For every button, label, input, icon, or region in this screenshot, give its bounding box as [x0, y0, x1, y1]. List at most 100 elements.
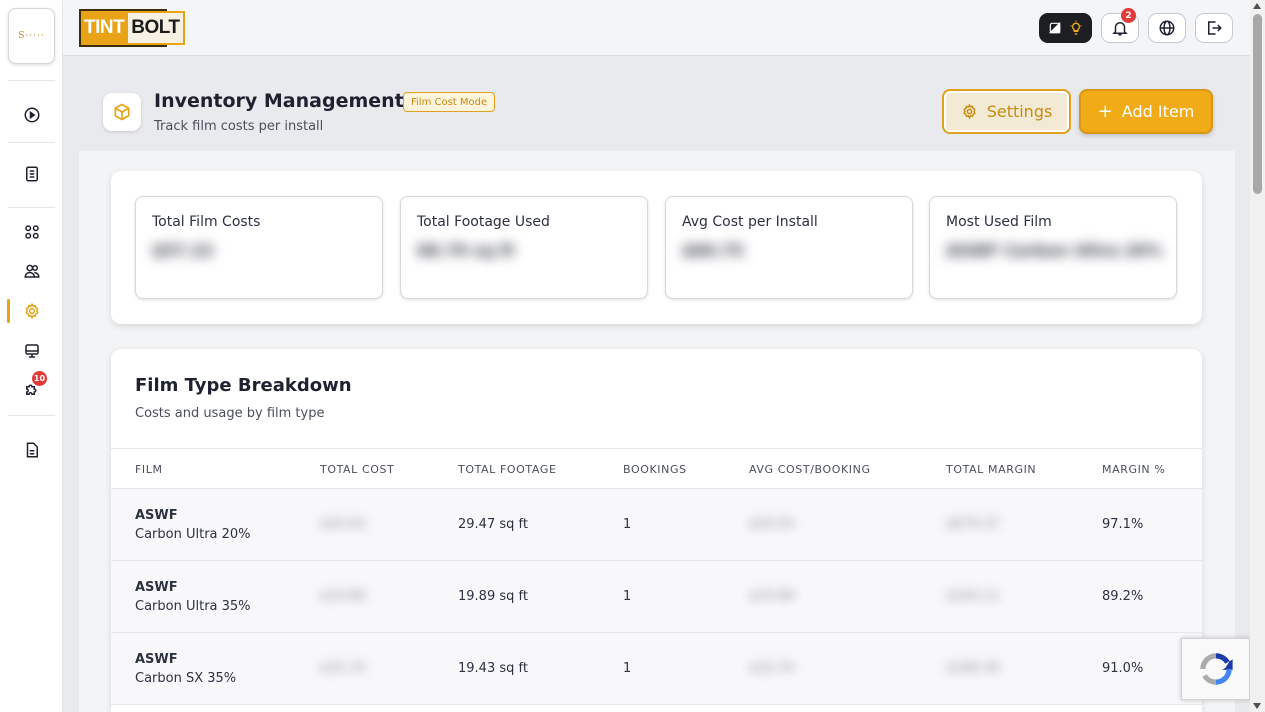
theme-toggle-button[interactable]: [1039, 13, 1092, 43]
inventory-box-icon: [103, 93, 141, 131]
table-row[interactable]: ASWF Carbon SX 35% $16.70 19.43 sq ft 1 …: [111, 633, 1202, 705]
page-scrollbar[interactable]: [1250, 0, 1265, 712]
notification-count-badge: 2: [1121, 8, 1136, 23]
language-button[interactable]: [1148, 13, 1186, 43]
stat-value: $60.75: [682, 241, 744, 260]
film-brand: ASWF: [135, 652, 178, 667]
total-cost: $20.63: [320, 517, 366, 532]
film-name: Carbon SX 35%: [135, 671, 237, 686]
gear-icon: [25, 302, 39, 320]
scroll-up-arrow-icon[interactable]: [1253, 3, 1261, 9]
sidebar-item-settings[interactable]: [19, 298, 45, 324]
table-header: FILM TOTAL COST TOTAL FOOTAGE BOOKINGS A…: [111, 448, 1202, 489]
brand-logo[interactable]: S·····: [8, 8, 55, 64]
total-footage: 19.43 sq ft: [458, 661, 528, 676]
sidebar-item-users[interactable]: [19, 258, 45, 284]
table-row[interactable]: ASWF Carbon Ultra 20% $20.63 29.47 sq ft…: [111, 489, 1202, 561]
film-cost-mode-badge: Film Cost Mode: [403, 92, 496, 112]
logo-bolt-text: BOLT: [126, 11, 185, 45]
sidebar-item-dashboard[interactable]: [19, 102, 45, 128]
film-name: Carbon Ultra 35%: [135, 599, 251, 614]
film-brand: ASWF: [135, 580, 178, 595]
sidebar-item-apps[interactable]: [19, 219, 45, 245]
total-margin: $164.11: [946, 589, 1000, 604]
column-header[interactable]: FILM: [135, 463, 163, 476]
stat-avg-cost-per-install: Avg Cost per Install $60.75: [665, 196, 913, 299]
film-breakdown-card: Film Type Breakdown Costs and usage by f…: [111, 349, 1202, 712]
avg-cost-per-booking: $20.63: [749, 517, 795, 532]
stat-label: Avg Cost per Install: [682, 214, 818, 230]
apps-grid-icon: [25, 225, 39, 239]
logo-tint-text: TINT: [84, 17, 125, 38]
lightbulb-icon: [1070, 20, 1081, 35]
scrollbar-thumb[interactable]: [1253, 14, 1262, 194]
stat-value: $57.22: [152, 241, 214, 260]
scroll-down-arrow-icon[interactable]: [1253, 703, 1261, 709]
margin-percent: 89.2%: [1102, 589, 1144, 604]
add-item-button[interactable]: + Add Item: [1079, 89, 1213, 134]
total-footage: 29.47 sq ft: [458, 517, 528, 532]
stat-label: Total Film Costs: [152, 214, 261, 230]
stat-total-footage: Total Footage Used 68.79 sq ft: [400, 196, 648, 299]
stat-most-used-film: Most Used Film ASWF Carbon Ultra 20%: [929, 196, 1177, 299]
page-title: Inventory Management: [154, 90, 404, 112]
logout-button[interactable]: [1195, 13, 1233, 43]
bookings: 1: [623, 661, 632, 676]
column-header[interactable]: AVG COST/BOOKING: [749, 463, 871, 476]
total-margin: $168.30: [946, 661, 1000, 676]
column-header[interactable]: MARGIN %: [1102, 463, 1165, 476]
dark-mode-icon: [1048, 21, 1060, 34]
page-header: Inventory Management Film Cost Mode Trac…: [63, 57, 1250, 151]
stat-value: 68.79 sq ft: [417, 241, 515, 260]
sidebar-item-monitor[interactable]: [19, 338, 45, 364]
margin-percent: 97.1%: [1102, 517, 1144, 532]
plus-icon: +: [1097, 101, 1113, 122]
avg-cost-per-booking: $19.89: [749, 589, 795, 604]
sidebar-item-integrations[interactable]: 10: [19, 371, 47, 402]
clipboard-icon: [26, 166, 38, 182]
recaptcha-icon: [1199, 653, 1233, 685]
integrations-badge: 10: [32, 371, 47, 386]
total-margin: $679.37: [946, 517, 1000, 532]
monitor-icon: [25, 344, 39, 358]
total-cost: $16.70: [320, 661, 366, 676]
main-content: Total Film Costs $57.22 Total Footage Us…: [79, 151, 1235, 712]
top-bar: TINT BOLT 2: [63, 0, 1250, 56]
settings-button[interactable]: Settings: [942, 89, 1071, 134]
stat-value: ASWF Carbon Ultra 20%: [946, 241, 1163, 260]
avg-cost-per-booking: $16.70: [749, 661, 795, 676]
total-footage: 19.89 sq ft: [458, 589, 528, 604]
recaptcha-badge[interactable]: [1181, 638, 1250, 700]
stats-card: Total Film Costs $57.22 Total Footage Us…: [111, 171, 1202, 324]
sidebar: S····· 10: [0, 0, 63, 712]
sidebar-divider: [8, 207, 55, 208]
gear-icon: [963, 103, 976, 120]
app-logo[interactable]: TINT BOLT: [79, 9, 185, 47]
stat-total-film-costs: Total Film Costs $57.22: [135, 196, 383, 299]
globe-icon: [1159, 20, 1175, 36]
bookings: 1: [623, 517, 632, 532]
section-subtitle: Costs and usage by film type: [135, 406, 325, 421]
sidebar-divider: [8, 415, 55, 416]
stat-label: Total Footage Used: [417, 214, 550, 230]
film-brand: ASWF: [135, 508, 178, 523]
sidebar-item-documents[interactable]: [19, 437, 45, 463]
stat-label: Most Used Film: [946, 214, 1052, 230]
sidebar-divider: [8, 80, 55, 81]
total-cost: $19.89: [320, 589, 366, 604]
play-circle-icon: [24, 107, 40, 123]
column-header[interactable]: TOTAL FOOTAGE: [458, 463, 557, 476]
margin-percent: 91.0%: [1102, 661, 1144, 676]
active-indicator: [7, 299, 10, 323]
document-icon: [26, 442, 38, 458]
sidebar-item-clipboard[interactable]: [19, 161, 45, 187]
film-name: Carbon Ultra 20%: [135, 527, 251, 542]
section-title: Film Type Breakdown: [135, 375, 352, 396]
notifications-button[interactable]: 2: [1101, 8, 1139, 43]
column-header[interactable]: TOTAL MARGIN: [946, 463, 1036, 476]
add-item-label: Add Item: [1121, 102, 1195, 121]
bookings: 1: [623, 589, 632, 604]
column-header[interactable]: TOTAL COST: [320, 463, 394, 476]
column-header[interactable]: BOOKINGS: [623, 463, 687, 476]
table-row[interactable]: ASWF Carbon Ultra 35% $19.89 19.89 sq ft…: [111, 561, 1202, 633]
